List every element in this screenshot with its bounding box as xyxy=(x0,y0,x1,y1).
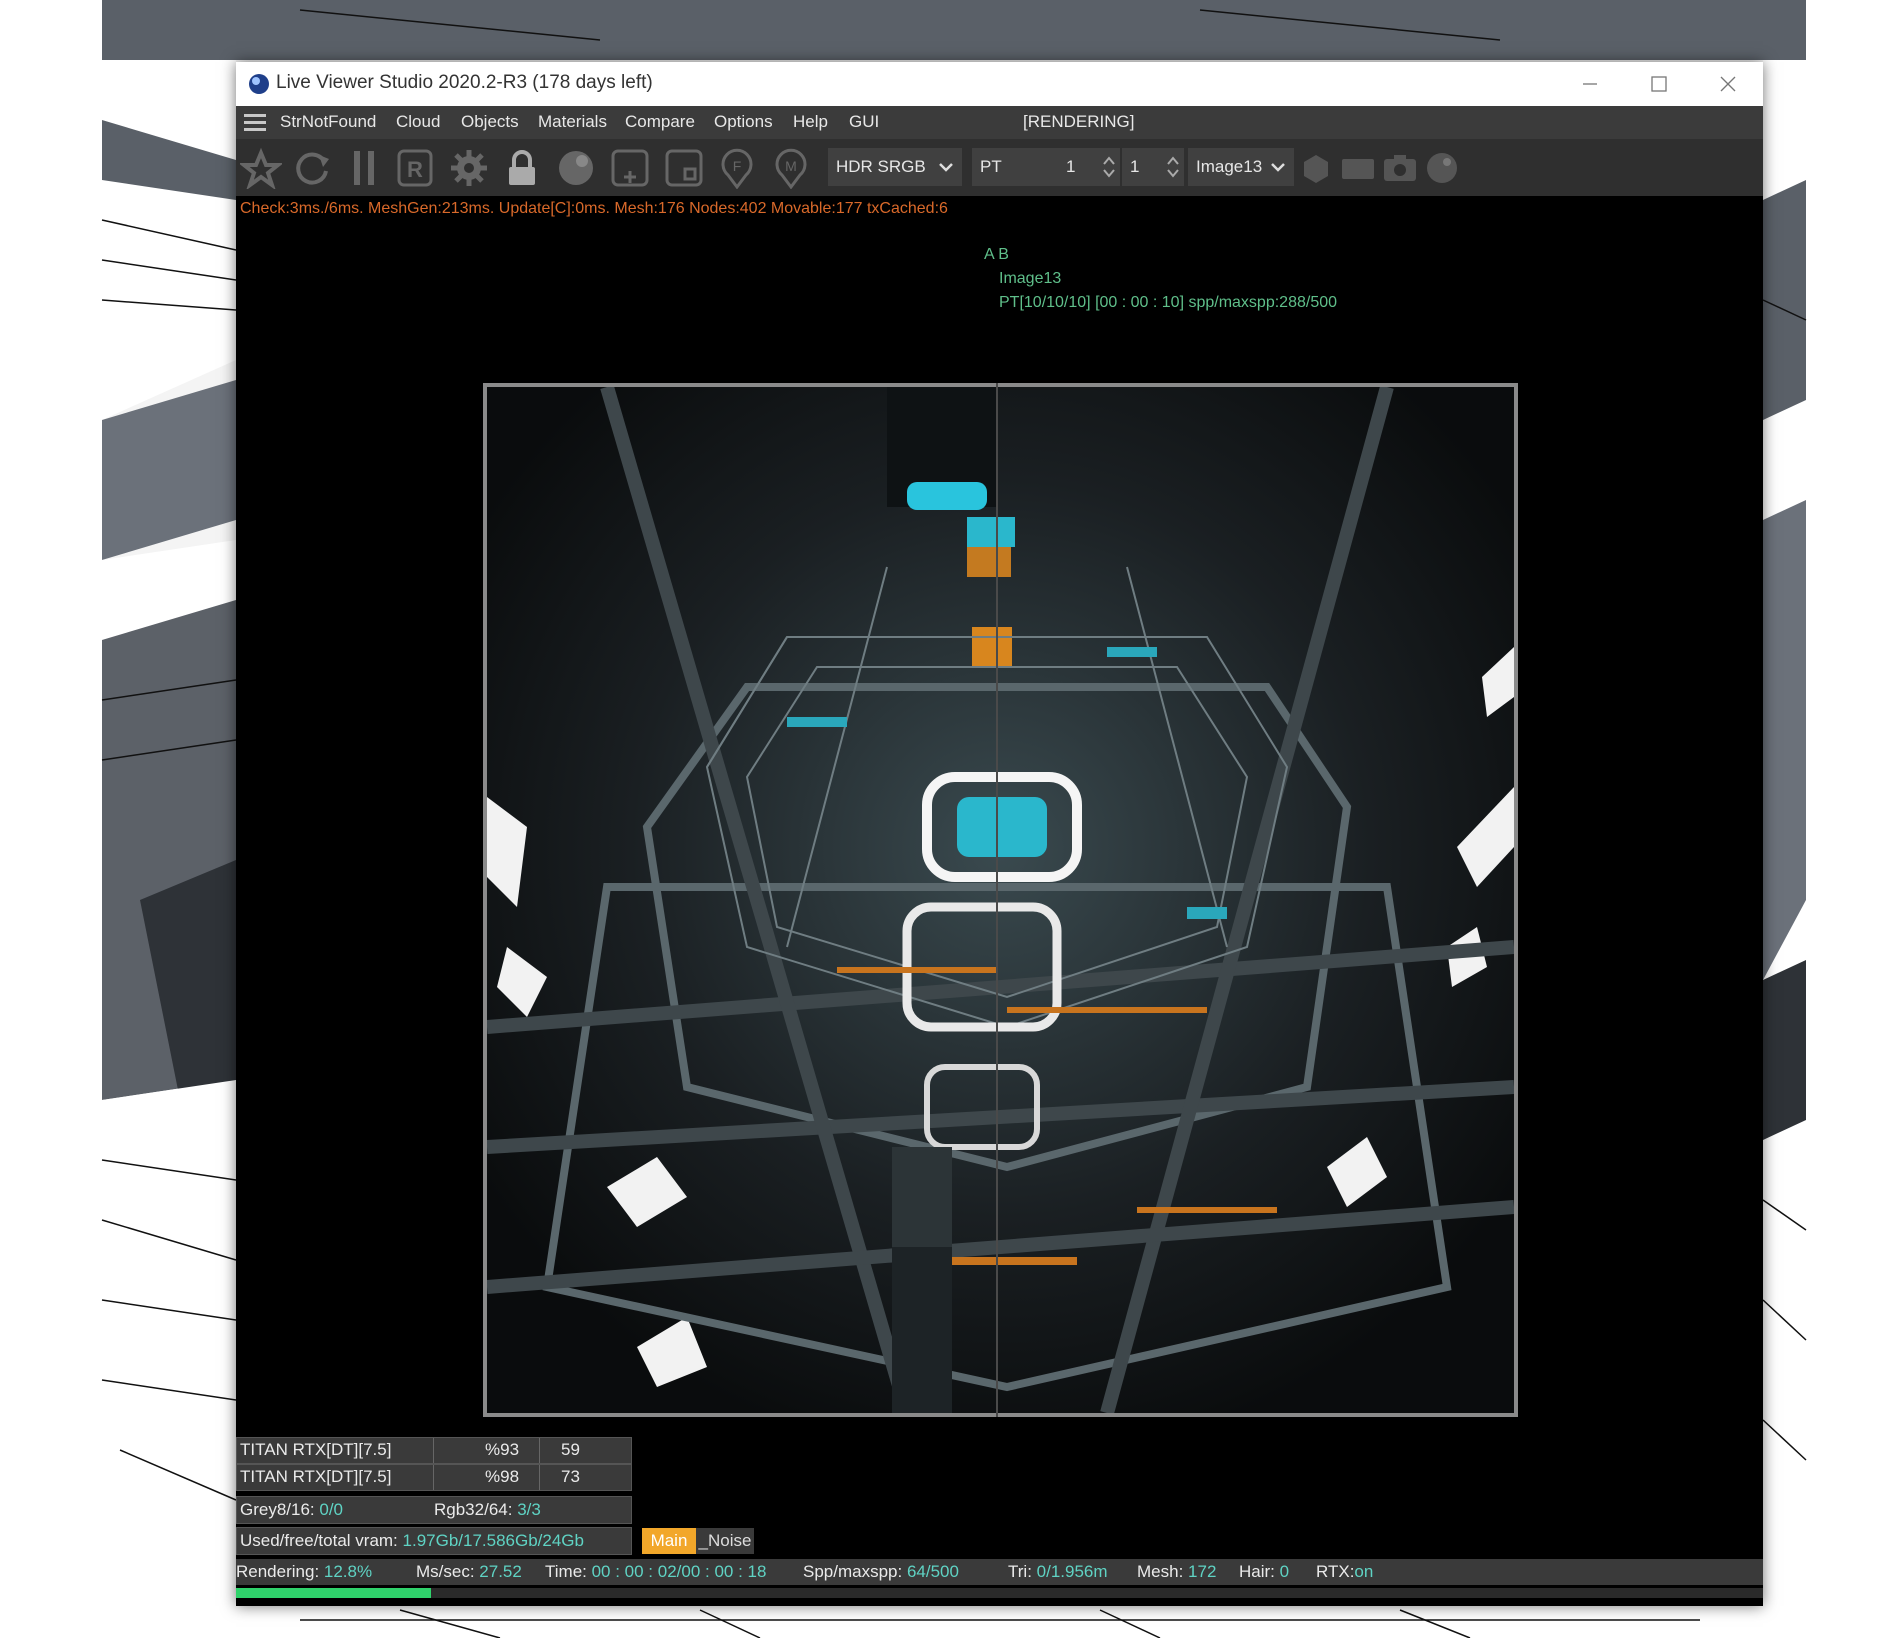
lock-icon[interactable] xyxy=(501,147,543,189)
app-logo-icon xyxy=(249,74,269,94)
title-bar: Live Viewer Studio 2020.2-R3 (178 days l… xyxy=(236,62,1763,107)
svg-text:M: M xyxy=(785,158,797,174)
kernel-value: PT xyxy=(980,157,1002,176)
vram-usage: Used/free/total vram: 1.97Gb/17.586Gb/24… xyxy=(236,1527,632,1555)
sphere-icon[interactable] xyxy=(555,147,597,189)
mesh-value: 172 xyxy=(1188,1562,1217,1581)
tri-label: Tri: xyxy=(1008,1562,1037,1581)
gpu-utilization: %93 xyxy=(485,1440,520,1459)
svg-text:R: R xyxy=(407,157,423,182)
gpu-name: TITAN RTX[DT][7.5] xyxy=(240,1440,392,1459)
menu-gui[interactable]: GUI xyxy=(849,112,879,132)
rendering-label: Rendering: xyxy=(236,1562,324,1581)
chevron-down-icon xyxy=(1271,163,1285,172)
rtx-value: on xyxy=(1354,1562,1374,1581)
texture-counts: Grey8/16: 0/0 Rgb32/64: 3/3 xyxy=(236,1496,632,1524)
grey-label: Grey8/16: xyxy=(240,1500,320,1519)
ball-icon[interactable] xyxy=(1424,147,1460,189)
minimize-icon xyxy=(1583,83,1597,85)
maximize-icon xyxy=(1651,76,1667,92)
svg-text:F: F xyxy=(733,158,742,174)
rectangle-icon[interactable] xyxy=(1340,147,1376,189)
ab-compare-label[interactable]: A B xyxy=(984,246,1009,264)
menu-options[interactable]: Options xyxy=(714,112,773,132)
camera-icon[interactable] xyxy=(1382,147,1418,189)
r-icon[interactable]: R xyxy=(394,147,436,189)
menu-compare[interactable]: Compare xyxy=(625,112,695,132)
render-status-tag: [RENDERING] xyxy=(1023,112,1135,131)
hexagon-icon[interactable] xyxy=(1298,147,1334,189)
minimize-button[interactable] xyxy=(1554,62,1624,106)
rtx-label: RTX: xyxy=(1316,1562,1355,1581)
image-select[interactable]: Image13 xyxy=(1188,148,1294,186)
menu-help[interactable]: Help xyxy=(793,112,828,132)
colorspace-value: HDR SRGB xyxy=(836,157,926,176)
f-pin-icon[interactable]: F xyxy=(716,147,758,189)
overlay-image-name: Image13 xyxy=(999,270,1062,287)
chevron-down-icon xyxy=(939,163,953,172)
grey-value: 0/0 xyxy=(319,1500,344,1519)
rgb-label: Rgb32/64: xyxy=(434,1500,518,1519)
add-square-icon[interactable] xyxy=(609,147,651,189)
tab-noise[interactable]: _Noise xyxy=(696,1528,754,1554)
hair-value: 0 xyxy=(1279,1562,1290,1581)
menu-objects[interactable]: Objects xyxy=(461,112,519,132)
rendering-value: 12.8% xyxy=(323,1562,373,1581)
pause-icon[interactable] xyxy=(344,147,386,189)
tri-value: 0/1.956m xyxy=(1036,1562,1108,1581)
gpu-temperature: 59 xyxy=(561,1440,580,1459)
close-button[interactable] xyxy=(1693,62,1763,106)
spp-label: Spp/maxspp: xyxy=(803,1562,907,1581)
region-icon[interactable] xyxy=(663,147,705,189)
time-label: Time: xyxy=(545,1562,592,1581)
close-icon xyxy=(1720,76,1736,92)
mssec-value: 27.52 xyxy=(479,1562,522,1581)
overlay-progress-info: PT[10/10/10] [00 : 00 : 10] spp/maxspp:2… xyxy=(999,294,1338,311)
ab-split-line[interactable] xyxy=(996,383,998,1417)
timing-stats: Check:3ms./6ms. MeshGen:213ms. Update[C]… xyxy=(240,200,948,217)
m-pin-icon[interactable]: M xyxy=(770,147,812,189)
gpu-row: TITAN RTX[DT][7.5] %98 73 xyxy=(236,1464,632,1491)
spin-input-1[interactable]: 1 xyxy=(1058,148,1120,186)
spin-value-2: 1 xyxy=(1130,157,1140,176)
tab-main[interactable]: Main xyxy=(642,1528,696,1554)
colorspace-select[interactable]: HDR SRGB xyxy=(828,148,962,186)
menu-strnotfound[interactable]: StrNotFound xyxy=(280,112,376,132)
gpu-temperature: 73 xyxy=(561,1467,580,1486)
spin-value-1: 1 xyxy=(1066,157,1076,176)
gear-icon[interactable] xyxy=(448,147,490,189)
toolbar: R F M HDR SRGB PT 1 1 Image13 xyxy=(236,139,1763,196)
image-value: Image13 xyxy=(1196,157,1263,176)
time-value: 00 : 00 : 02/00 : 00 : 18 xyxy=(591,1562,767,1581)
refresh-icon[interactable] xyxy=(291,147,333,189)
gpu-name: TITAN RTX[DT][7.5] xyxy=(240,1467,392,1486)
spin-arrows-icon[interactable] xyxy=(1102,154,1116,180)
app-window: Live Viewer Studio 2020.2-R3 (178 days l… xyxy=(236,62,1763,1606)
maximize-button[interactable] xyxy=(1623,62,1693,106)
rgb-value: 3/3 xyxy=(517,1500,541,1519)
menu-bar: StrNotFound Cloud Objects Materials Comp… xyxy=(236,106,1763,139)
gpu-utilization: %98 xyxy=(485,1467,520,1486)
spin-arrows-icon[interactable] xyxy=(1166,154,1180,180)
mesh-label: Mesh: xyxy=(1137,1562,1189,1581)
render-viewport[interactable] xyxy=(483,383,1518,1417)
hamburger-menu-icon[interactable] xyxy=(244,114,266,131)
gpu-row: TITAN RTX[DT][7.5] %93 59 xyxy=(236,1437,632,1464)
spp-value: 64/500 xyxy=(906,1562,959,1581)
render-progress-fill xyxy=(236,1588,431,1598)
vram-label: Used/free/total vram: xyxy=(240,1531,403,1550)
render-kernel-icon[interactable] xyxy=(240,147,282,189)
window-title: Live Viewer Studio 2020.2-R3 (178 days l… xyxy=(276,72,653,93)
vram-value: 1.97Gb/17.586Gb/24Gb xyxy=(402,1531,584,1550)
menu-materials[interactable]: Materials xyxy=(538,112,607,132)
render-progress-bar xyxy=(236,1588,1763,1598)
spin-input-2[interactable]: 1 xyxy=(1122,148,1184,186)
hair-label: Hair: xyxy=(1239,1562,1280,1581)
menu-cloud[interactable]: Cloud xyxy=(396,112,440,132)
status-bar: Rendering: 12.8% Ms/sec: 27.52 Time: 00 … xyxy=(236,1559,1763,1585)
mssec-label: Ms/sec: xyxy=(416,1562,480,1581)
rendered-image xyxy=(487,387,1514,1413)
